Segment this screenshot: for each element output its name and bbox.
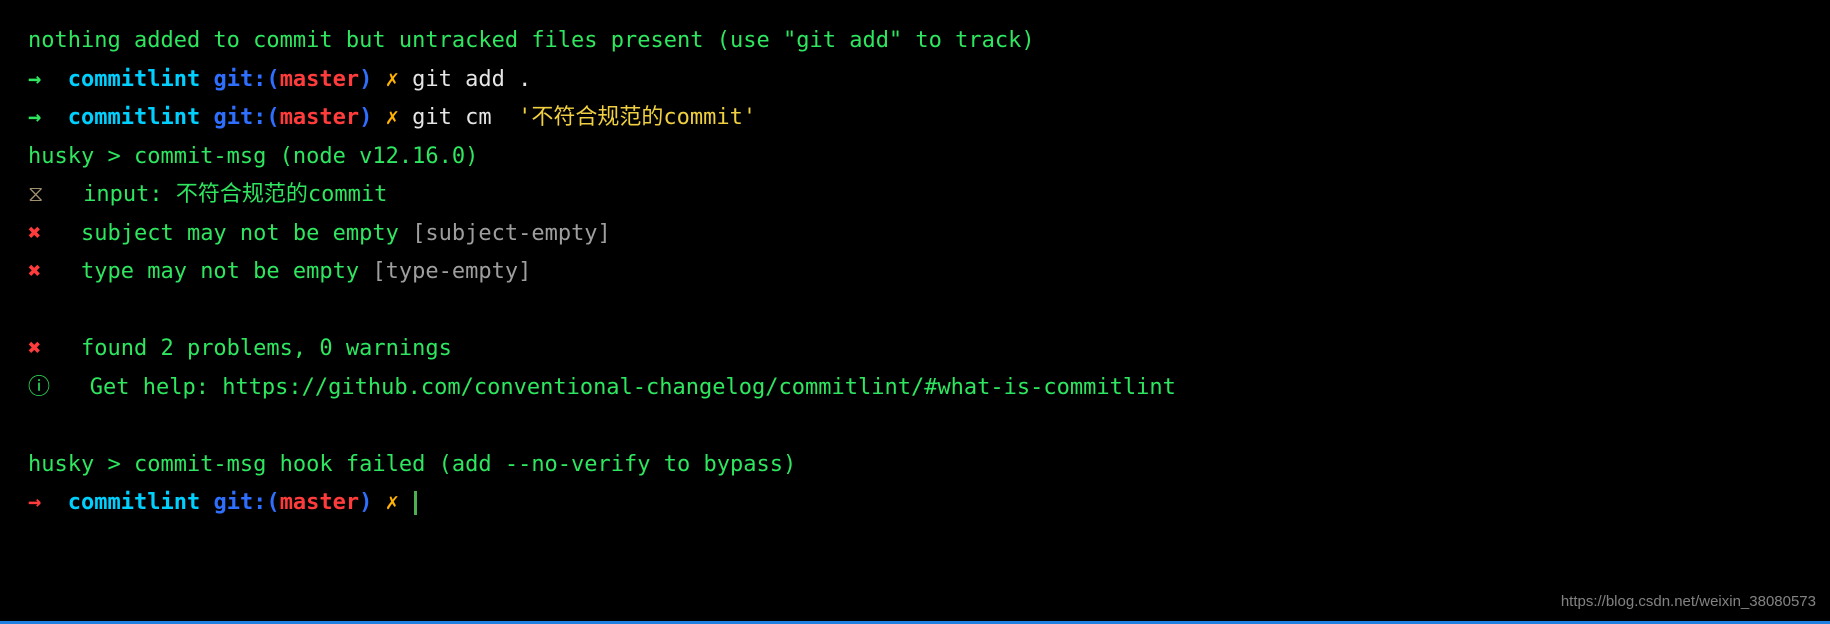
- prompt-dir: commitlint: [68, 67, 200, 92]
- git-branch: master: [280, 105, 359, 130]
- cross-icon: ✖: [28, 259, 81, 284]
- command-text: git add .: [412, 67, 531, 92]
- arrow-icon: →: [28, 67, 68, 92]
- dirty-icon: ✗: [372, 105, 412, 130]
- error-rule: [type-empty]: [372, 259, 531, 284]
- prompt-line-1[interactable]: → commitlint git:(master) ✗ git add .: [28, 61, 1802, 100]
- git-suffix: ): [359, 105, 372, 130]
- cross-icon: ✖: [28, 221, 81, 246]
- cursor: [414, 491, 417, 515]
- arrow-icon: →: [28, 105, 68, 130]
- commitlint-input-line: ⧖ input: 不符合规范的commit: [28, 176, 1802, 215]
- git-branch: master: [280, 67, 359, 92]
- error-message: subject may not be empty: [81, 221, 412, 246]
- husky-hook-line: husky > commit-msg (node v12.16.0): [28, 138, 1802, 177]
- dirty-icon: ✗: [372, 490, 412, 515]
- prompt-dir: commitlint: [68, 490, 200, 515]
- git-prefix: git:(: [200, 490, 279, 515]
- blank-line: [28, 292, 1802, 331]
- error-rule: [subject-empty]: [412, 221, 611, 246]
- git-prefix: git:(: [200, 105, 279, 130]
- prompt-line-3[interactable]: → commitlint git:(master) ✗: [28, 484, 1802, 523]
- arrow-icon: →: [28, 490, 68, 515]
- info-icon: ⓘ: [28, 375, 90, 400]
- error-message: type may not be empty: [81, 259, 372, 284]
- hourglass-icon: ⧖: [28, 182, 83, 207]
- git-status-line: nothing added to commit but untracked fi…: [28, 22, 1802, 61]
- cross-icon: ✖: [28, 336, 81, 361]
- prompt-dir: commitlint: [68, 105, 200, 130]
- prompt-line-2[interactable]: → commitlint git:(master) ✗ git cm '不符合规…: [28, 99, 1802, 138]
- git-prefix: git:(: [200, 67, 279, 92]
- error-line: ✖ subject may not be empty [subject-empt…: [28, 215, 1802, 254]
- dirty-icon: ✗: [372, 67, 412, 92]
- command-text: git cm: [412, 105, 518, 130]
- summary-line: ✖ found 2 problems, 0 warnings: [28, 330, 1802, 369]
- blank-line: [28, 407, 1802, 446]
- error-line: ✖ type may not be empty [type-empty]: [28, 253, 1802, 292]
- watermark: https://blog.csdn.net/weixin_38080573: [1561, 589, 1816, 615]
- git-suffix: ): [359, 490, 372, 515]
- husky-failed-line: husky > commit-msg hook failed (add --no…: [28, 446, 1802, 485]
- help-line: ⓘ Get help: https://github.com/conventio…: [28, 369, 1802, 408]
- git-suffix: ): [359, 67, 372, 92]
- command-arg: '不符合规范的commit': [518, 105, 756, 130]
- git-branch: master: [280, 490, 359, 515]
